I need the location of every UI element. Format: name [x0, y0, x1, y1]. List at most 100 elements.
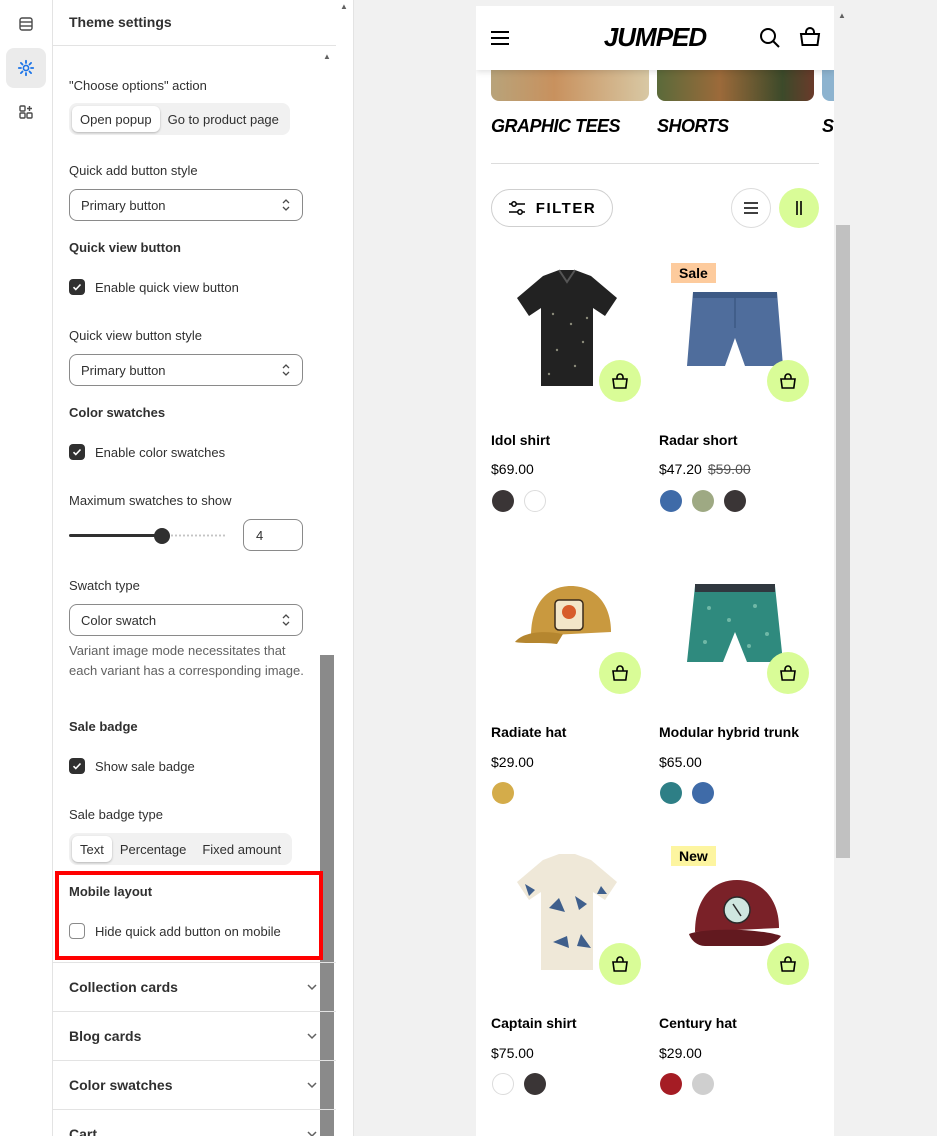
select-chevron-icon	[282, 364, 290, 376]
quick-add-button[interactable]	[767, 360, 809, 402]
cart-icon[interactable]	[799, 27, 821, 47]
chevron-down-icon	[307, 984, 317, 991]
accordion-cart[interactable]: Cart	[53, 1109, 336, 1136]
quick-view-style-select[interactable]: Primary button	[69, 354, 303, 386]
list-view-button[interactable]	[731, 188, 771, 228]
price-current: $29.00	[659, 1045, 702, 1061]
option-go-to-product-page[interactable]: Go to product page	[160, 106, 287, 132]
shopping-bag-icon	[780, 956, 796, 972]
swatch-type-value: Color swatch	[81, 612, 157, 628]
accordion-label: Collection cards	[69, 979, 178, 995]
product-price: $65.00	[659, 754, 702, 770]
color-swatches-heading: Color swatches	[69, 405, 166, 420]
accordion-color-swatches[interactable]: Color swatches	[53, 1060, 336, 1109]
slider-thumb[interactable]	[154, 528, 170, 544]
color-swatch[interactable]	[524, 490, 546, 512]
color-swatch[interactable]	[724, 490, 746, 512]
theme-settings-panel: Theme settings ▲ ▲ "Choose options" acti…	[53, 0, 354, 1136]
product-price: $29.00	[659, 1045, 702, 1061]
product-name[interactable]: Idol shirt	[491, 432, 550, 448]
quick-view-checkbox-label: Enable quick view button	[95, 279, 239, 295]
chevron-down-icon	[307, 1082, 317, 1089]
quick-view-style-value: Primary button	[81, 362, 166, 378]
color-swatches-checkbox[interactable]	[69, 444, 85, 460]
color-swatch[interactable]	[692, 1073, 714, 1095]
section-scroll-up-icon[interactable]: ▲	[323, 52, 331, 61]
sale-badge-type-segmented: Text Percentage Fixed amount	[69, 833, 293, 865]
select-chevron-icon	[282, 614, 290, 626]
product-name[interactable]: Captain shirt	[491, 1015, 577, 1031]
color-swatch[interactable]	[660, 490, 682, 512]
select-chevron-icon	[282, 199, 290, 211]
product-name[interactable]: Radiate hat	[491, 724, 566, 740]
color-swatch[interactable]	[660, 1073, 682, 1095]
color-swatch[interactable]	[660, 782, 682, 804]
store-preview: JUMPED GRAPHIC TEES SHORTS S FILTER Idol…	[476, 6, 834, 1136]
color-swatch[interactable]	[492, 490, 514, 512]
option-fixed-amount[interactable]: Fixed amount	[194, 836, 289, 862]
grid-view-button[interactable]	[779, 188, 819, 228]
product-name[interactable]: Modular hybrid trunk	[659, 724, 799, 740]
shopping-bag-icon	[612, 373, 628, 389]
category-label[interactable]: S	[822, 116, 834, 137]
filter-sliders-icon	[508, 201, 525, 215]
price-current: $29.00	[491, 754, 534, 770]
sale-badge-checkbox-row[interactable]: Show sale badge	[69, 758, 195, 774]
sections-icon[interactable]	[6, 4, 46, 44]
color-swatches-checkbox-row[interactable]: Enable color swatches	[69, 444, 225, 460]
sale-badge-heading: Sale badge	[69, 719, 138, 734]
shopping-bag-icon	[612, 956, 628, 972]
apps-icon[interactable]	[6, 92, 46, 132]
swatch-type-select[interactable]: Color swatch	[69, 604, 303, 636]
quick-view-heading: Quick view button	[69, 240, 181, 255]
color-swatch[interactable]	[524, 1073, 546, 1095]
divider	[491, 163, 819, 164]
filter-button[interactable]: FILTER	[491, 189, 613, 227]
accordion-collection-cards[interactable]: Collection cards	[53, 962, 336, 1011]
product-name[interactable]: Century hat	[659, 1015, 737, 1031]
scroll-up-arrow-icon[interactable]: ▲	[340, 2, 348, 11]
choose-options-segmented: Open popup Go to product page	[69, 103, 290, 135]
color-swatch[interactable]	[492, 782, 514, 804]
quick-add-style-select[interactable]: Primary button	[69, 189, 303, 221]
quick-add-button[interactable]	[767, 652, 809, 694]
shopping-bag-icon	[612, 665, 628, 681]
price-current: $75.00	[491, 1045, 534, 1061]
category-label[interactable]: GRAPHIC TEES	[491, 116, 621, 137]
option-text[interactable]: Text	[72, 836, 112, 862]
search-icon[interactable]	[759, 27, 781, 49]
color-swatch[interactable]	[492, 1073, 514, 1095]
color-swatch[interactable]	[692, 490, 714, 512]
shopping-bag-icon	[780, 373, 796, 389]
chevron-down-icon	[307, 1033, 317, 1040]
quick-add-button[interactable]	[599, 943, 641, 985]
quick-view-checkbox[interactable]	[69, 279, 85, 295]
accordion-label: Cart	[69, 1126, 98, 1136]
mobile-layout-highlight-box	[55, 871, 323, 960]
filter-label: FILTER	[535, 199, 597, 217]
product-name[interactable]: Radar short	[659, 432, 738, 448]
quick-add-button[interactable]	[599, 360, 641, 402]
preview-scroll-up-icon[interactable]: ▲	[838, 11, 846, 20]
settings-gear-icon[interactable]	[6, 48, 46, 88]
max-swatches-input[interactable]: 4	[243, 519, 303, 551]
option-percentage[interactable]: Percentage	[112, 836, 195, 862]
max-swatches-slider[interactable]	[69, 528, 227, 544]
quick-add-style-value: Primary button	[81, 197, 166, 213]
preview-scrollbar[interactable]	[836, 225, 850, 858]
quick-view-style-label: Quick view button style	[69, 328, 202, 343]
option-open-popup[interactable]: Open popup	[72, 106, 160, 132]
shopping-bag-icon	[780, 665, 796, 681]
quick-add-button[interactable]	[599, 652, 641, 694]
quick-add-button[interactable]	[767, 943, 809, 985]
sale-badge-checkbox-label: Show sale badge	[95, 758, 195, 774]
sale-badge-type-label: Sale badge type	[69, 807, 163, 822]
color-swatch[interactable]	[692, 782, 714, 804]
max-swatches-label: Maximum swatches to show	[69, 493, 232, 508]
left-rail	[0, 0, 53, 1136]
swatch-type-help-text: Variant image mode necessitates that eac…	[69, 643, 304, 678]
accordion-blog-cards[interactable]: Blog cards	[53, 1011, 336, 1060]
sale-badge-checkbox[interactable]	[69, 758, 85, 774]
category-label[interactable]: SHORTS	[657, 116, 729, 137]
quick-view-checkbox-row[interactable]: Enable quick view button	[69, 279, 239, 295]
